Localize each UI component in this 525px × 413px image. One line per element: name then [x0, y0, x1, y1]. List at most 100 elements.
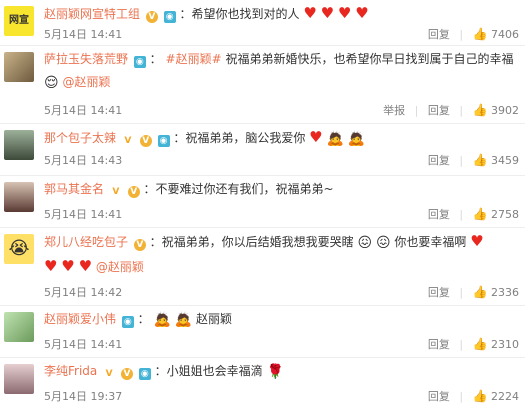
comment-actions: 回复 | 👍 2224	[428, 388, 519, 404]
comment-text: ：祝福弟弟，脑公我爱你	[173, 131, 306, 145]
mention-link[interactable]: @赵丽颖	[96, 260, 144, 274]
avatar[interactable]	[4, 364, 34, 394]
comment-text: ：希望你也找到对的人	[179, 7, 300, 21]
camera-icon[interactable]: ◉	[163, 11, 176, 23]
vip-icon[interactable]: V	[145, 11, 158, 23]
report-link[interactable]: 举报	[383, 104, 405, 117]
divider: |	[459, 208, 464, 221]
avatar[interactable]	[4, 52, 34, 82]
thumbs-up-icon[interactable]: 👍	[473, 207, 488, 221]
comment-text: 祝福弟弟新婚快乐，也希望你早日找到属于自己的幸福	[225, 52, 514, 66]
thumbs-up-icon[interactable]: 👍	[473, 103, 488, 117]
bow-emoji-icon: 🙇	[347, 131, 366, 147]
bow-emoji-icon: 🙇	[153, 312, 171, 328]
camera-icon[interactable]: ◉	[121, 316, 134, 328]
heart-emoji-icon: ♥	[78, 257, 93, 275]
like-count[interactable]: 2758	[491, 208, 519, 221]
avatar[interactable]	[4, 182, 34, 212]
comment-text: 赵丽颖	[196, 312, 233, 326]
reply-link[interactable]: 回复	[428, 28, 450, 41]
comment-item: 那个包子太辣 V V ◉ ：祝福弟弟，脑公我爱你 ♥ 🙇 🙇 5月14日 14:…	[0, 124, 525, 176]
comment-text: 你也要幸福啊	[394, 235, 467, 249]
bow-emoji-icon: 🙇	[174, 312, 193, 328]
comment-text: ：不要难过你还有我们，祝福弟弟~	[143, 182, 334, 196]
like-count[interactable]: 3459	[491, 154, 519, 167]
rose-emoji-icon: 🌹	[266, 364, 284, 380]
heart-emoji-icon: ♥	[320, 4, 335, 22]
vip-icon[interactable]: V	[127, 186, 140, 198]
comment-time: 5月14日 14:41	[44, 28, 123, 41]
like-count[interactable]: 3902	[491, 104, 519, 117]
divider: |	[459, 390, 464, 403]
heart-emoji-icon: ♥	[337, 4, 352, 22]
reply-link[interactable]: 回复	[428, 154, 450, 167]
thumbs-up-icon[interactable]: 👍	[473, 389, 488, 403]
verified-v-icon[interactable]: V	[122, 135, 134, 147]
comment-item: 😭 郑儿八经吃包子 V ：祝福弟弟，你以后结婚我想我要哭瞎 😖 😖 你也要幸福啊…	[0, 228, 525, 306]
divider: |	[459, 154, 464, 167]
verified-v-icon[interactable]: V	[110, 186, 122, 198]
username-link[interactable]: 赵丽颖网宣特工组	[44, 7, 140, 21]
crying-emoji-icon: 😖	[375, 235, 391, 251]
mention-link[interactable]: @赵丽颖	[62, 75, 110, 89]
comment-item: 网宣 赵丽颖网宣特工组 V ◉ ：希望你也找到对的人 ♥ ♥ ♥ ♥ 5月14日…	[0, 0, 525, 46]
comment-item: 李纯Frida V V ◉ ：小姐姐也会幸福滴 🌹 5月14日 19:37 回复…	[0, 358, 525, 413]
heart-emoji-icon: ♥	[61, 257, 75, 275]
crying-face-icon: 😭	[8, 238, 30, 259]
divider: |	[459, 28, 464, 41]
comment-item: 郭马其金名 V V ：不要难过你还有我们，祝福弟弟~ 5月14日 14:41 回…	[0, 176, 525, 228]
divider: |	[414, 104, 419, 117]
comment-actions: 回复 | 👍 2758	[428, 206, 519, 222]
heart-emoji-icon: ♥	[309, 128, 323, 146]
comment-actions: 回复 | 👍 2336	[428, 284, 519, 300]
username-link[interactable]: 赵丽颖爱小伟	[44, 312, 116, 326]
divider: |	[459, 104, 464, 117]
like-count[interactable]: 7406	[491, 28, 519, 41]
avatar[interactable]: 网宣	[4, 6, 34, 36]
avatar[interactable]	[4, 312, 34, 342]
like-count[interactable]: 2224	[491, 390, 519, 403]
camera-icon[interactable]: ◉	[133, 56, 146, 68]
comment-actions: 举报 | 回复 | 👍 3902	[383, 102, 519, 118]
thumbs-up-icon[interactable]: 👍	[473, 153, 488, 167]
username-link[interactable]: 萨拉玉失落荒野	[44, 52, 128, 66]
reply-link[interactable]: 回复	[428, 390, 450, 403]
topic-link[interactable]: #赵丽颖#	[166, 52, 222, 66]
comment-actions: 回复 | 👍 3459	[428, 152, 519, 168]
comment-time: 5月14日 14:41	[44, 208, 123, 221]
vip-icon[interactable]: V	[133, 239, 146, 251]
reply-link[interactable]: 回复	[428, 286, 450, 299]
comment-time: 5月14日 14:41	[44, 104, 123, 117]
vip-icon[interactable]: V	[120, 368, 133, 380]
vip-icon[interactable]: V	[139, 135, 152, 147]
username-link[interactable]: 郭马其金名	[44, 182, 104, 196]
thumbs-up-icon[interactable]: 👍	[473, 285, 488, 299]
username-link[interactable]: 郑儿八经吃包子	[44, 235, 128, 249]
username-link[interactable]: 李纯Frida	[44, 364, 97, 378]
like-count[interactable]: 2310	[491, 338, 519, 351]
comment-time: 5月14日 14:41	[44, 338, 123, 351]
avatar[interactable]	[4, 130, 34, 160]
crying-emoji-icon: 😖	[357, 235, 373, 251]
comment-item: 赵丽颖爱小伟 ◉ ： 🙇 🙇 赵丽颖 5月14日 14:41 回复 | 👍 23…	[0, 306, 525, 358]
heart-emoji-icon: ♥	[470, 232, 484, 250]
divider: |	[459, 286, 464, 299]
camera-icon[interactable]: ◉	[138, 368, 151, 380]
like-count[interactable]: 2336	[491, 286, 519, 299]
heart-emoji-icon: ♥	[303, 4, 317, 22]
reply-link[interactable]: 回复	[428, 338, 450, 351]
camera-icon[interactable]: ◉	[157, 135, 170, 147]
comment-time: 5月14日 19:37	[44, 390, 123, 403]
thumbs-up-icon[interactable]: 👍	[473, 337, 488, 351]
reply-link[interactable]: 回复	[428, 104, 450, 117]
comment-actions: 回复 | 👍 7406	[428, 26, 519, 42]
comment-time: 5月14日 14:42	[44, 286, 123, 299]
username-link[interactable]: 那个包子太辣	[44, 131, 116, 145]
reply-link[interactable]: 回复	[428, 208, 450, 221]
avatar-label: 网宣	[9, 15, 29, 26]
avatar[interactable]: 😭	[4, 234, 34, 264]
comment-actions: 回复 | 👍 2310	[428, 336, 519, 352]
thumbs-up-icon[interactable]: 👍	[473, 27, 488, 41]
sleepy-emoji-icon: 😌	[44, 75, 59, 91]
verified-v-icon[interactable]: V	[103, 368, 115, 380]
